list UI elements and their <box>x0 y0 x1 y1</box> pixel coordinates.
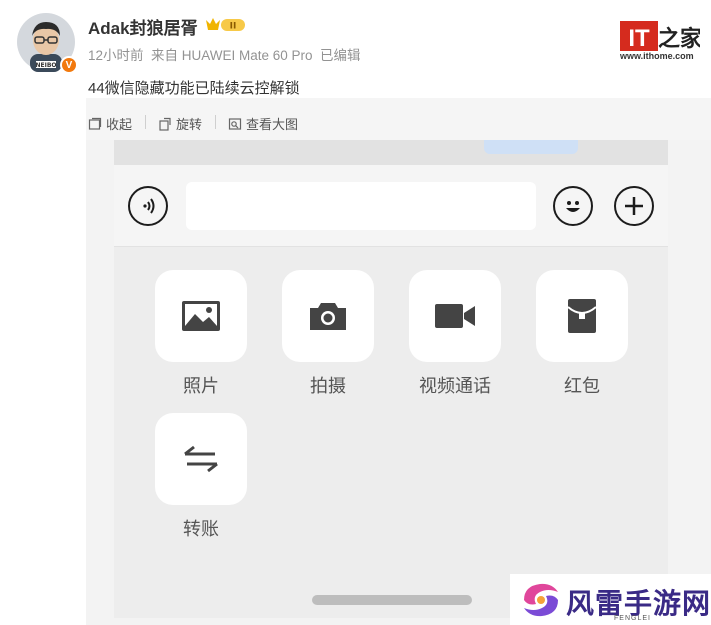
home-indicator <box>312 595 472 605</box>
vip-level: II <box>230 22 237 32</box>
user-name[interactable]: Adak封狼居胥 <box>88 14 198 39</box>
panel-label-photo: 照片 <box>183 376 219 396</box>
emoji-icon <box>566 201 580 212</box>
avatar-label: NEIBO <box>35 62 56 69</box>
plus-icon <box>625 197 643 215</box>
message-input[interactable] <box>186 182 536 230</box>
camera-icon <box>310 303 346 330</box>
panel-item-camera[interactable] <box>282 270 374 362</box>
panel-label-camera: 拍摄 <box>310 376 346 396</box>
collapse-label: 收起 <box>106 117 133 132</box>
toolbar-divider <box>145 115 146 129</box>
panel-label-red-packet: 红包 <box>564 376 600 396</box>
post-text: 44微信隐藏功能已陆续云控解锁 <box>88 80 300 97</box>
photo-icon <box>182 301 220 331</box>
panel-item-video-call[interactable] <box>409 270 501 362</box>
video-call-icon <box>435 304 475 328</box>
voice-button[interactable] <box>128 186 168 226</box>
voice-icon <box>143 198 155 214</box>
view-large-label: 查看大图 <box>246 117 299 132</box>
rotate-label: 旋转 <box>176 117 203 132</box>
logo-home-text: 之家 <box>658 26 700 52</box>
panel-item-red-packet[interactable] <box>536 270 628 362</box>
verified-badge: V <box>60 56 78 74</box>
post-meta: 12小时前 来自 HUAWEI Mate 60 Pro 已编辑 <box>88 48 361 63</box>
emoji-button[interactable] <box>553 186 593 226</box>
transfer-icon <box>184 445 218 473</box>
logo-it-text: IT <box>628 25 650 52</box>
chat-area-edge <box>114 140 668 165</box>
chat-bubble-edge <box>484 140 578 154</box>
view-large-icon <box>228 117 242 130</box>
watermark-sub: FENGLEI <box>614 615 651 622</box>
rotate-button[interactable]: 旋转 <box>158 114 202 133</box>
collapse-icon <box>88 117 102 130</box>
vip-crown-icon[interactable]: II <box>204 16 246 34</box>
panel-label-video-call: 视频通话 <box>419 376 491 396</box>
rotate-icon <box>159 117 171 131</box>
view-large-button[interactable]: 查看大图 <box>228 114 298 133</box>
more-button[interactable] <box>614 186 654 226</box>
collapse-button[interactable]: 收起 <box>88 114 132 133</box>
fenglei-logo-icon <box>524 583 558 617</box>
user-avatar[interactable]: NEIBO V <box>16 12 78 74</box>
panel-item-photo[interactable] <box>155 270 247 362</box>
red-packet-icon <box>567 299 597 333</box>
panel-label-transfer: 转账 <box>183 519 219 539</box>
toolbar-divider <box>215 115 216 129</box>
panel-item-transfer[interactable] <box>155 413 247 505</box>
logo-url: www.ithome.com <box>620 51 694 61</box>
